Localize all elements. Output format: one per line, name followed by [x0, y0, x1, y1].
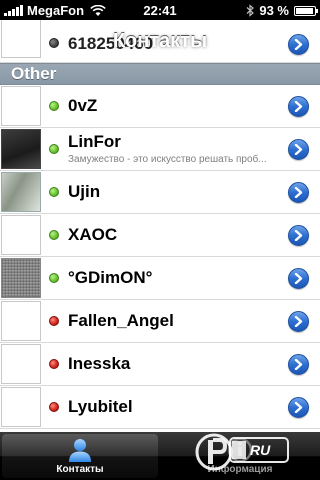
status-dot-offline [49, 316, 59, 326]
tab-label: Контакты [56, 464, 104, 475]
contacts-icon [69, 439, 91, 462]
contact-row[interactable]: Inesska [0, 343, 320, 386]
status-right: 93 % [246, 3, 318, 18]
avatar [1, 129, 41, 169]
chevron-right-icon [294, 273, 303, 284]
contact-row[interactable]: Lyubitel [0, 386, 320, 429]
contact-name: °GDimON° [68, 268, 153, 287]
tab-bar: Контакты Информация [0, 432, 320, 480]
status-dot-offline [49, 402, 59, 412]
status-dot-offline [49, 38, 59, 48]
detail-disclosure-button[interactable] [288, 397, 309, 418]
avatar [1, 86, 41, 126]
battery-icon [294, 5, 318, 16]
chevron-right-icon [294, 39, 303, 50]
status-dot-online [49, 187, 59, 197]
avatar [1, 172, 41, 212]
contact-row[interactable]: LinFor Замужество - это искусство решать… [0, 128, 320, 171]
info-icon [227, 437, 253, 463]
contact-row[interactable]: XAOC [0, 214, 320, 257]
battery-level-fill [296, 7, 313, 14]
detail-disclosure-button[interactable] [288, 354, 309, 375]
chevron-right-icon [294, 230, 303, 241]
avatar [1, 258, 41, 298]
detail-disclosure-button[interactable] [288, 139, 309, 160]
tab-info[interactable]: Информация [162, 434, 318, 478]
contact-name: 618250460 [68, 34, 154, 53]
contact-name: Fallen_Angel [68, 311, 174, 330]
status-dot-offline [49, 359, 59, 369]
detail-disclosure-button[interactable] [288, 311, 309, 332]
battery-percent: 93 % [259, 3, 289, 18]
detail-disclosure-button[interactable] [288, 182, 309, 203]
chevron-right-icon [294, 144, 303, 155]
detail-disclosure-button[interactable] [288, 225, 309, 246]
contact-row[interactable]: °GDimON° [0, 257, 320, 300]
avatar [1, 387, 41, 427]
tab-contacts[interactable]: Контакты [2, 434, 158, 478]
contact-row[interactable]: 0vZ [0, 85, 320, 128]
contact-status-message: Замужество - это искусство решать проб..… [68, 154, 267, 165]
status-bar: MegaFon 22:41 93 % [0, 0, 320, 20]
contact-name: Lyubitel [68, 397, 133, 416]
contact-row-partial[interactable]: 618250460 [0, 20, 320, 63]
chevron-right-icon [294, 402, 303, 413]
chevron-right-icon [294, 187, 303, 198]
chevron-right-icon [294, 316, 303, 327]
contact-row[interactable]: Fallen_Angel [0, 300, 320, 343]
status-dot-online [49, 230, 59, 240]
contact-name: XAOC [68, 225, 118, 244]
contact-name: Ujin [68, 182, 101, 201]
tab-label: Информация [207, 464, 273, 475]
status-dot-online [49, 273, 59, 283]
detail-disclosure-button[interactable] [288, 96, 309, 117]
bluetooth-icon [246, 4, 255, 17]
chevron-right-icon [294, 101, 303, 112]
status-dot-online [49, 144, 59, 154]
contact-list[interactable]: 618250460 Other 0vZ LinFor Замужество - … [0, 20, 320, 432]
section-header: Other [0, 63, 320, 85]
detail-disclosure-button[interactable] [288, 268, 309, 289]
contact-name: LinFor [68, 132, 121, 151]
screen: MegaFon 22:41 93 % Контакты 618250460 Ot… [0, 0, 320, 480]
avatar [1, 344, 41, 384]
avatar [1, 20, 41, 58]
detail-disclosure-button[interactable] [288, 34, 309, 55]
avatar [1, 215, 41, 255]
avatar [1, 301, 41, 341]
chevron-right-icon [294, 359, 303, 370]
contact-name: 0vZ [68, 96, 98, 115]
contact-row[interactable]: Ujin [0, 171, 320, 214]
status-dot-online [49, 101, 59, 111]
contact-name: Inesska [68, 354, 131, 373]
